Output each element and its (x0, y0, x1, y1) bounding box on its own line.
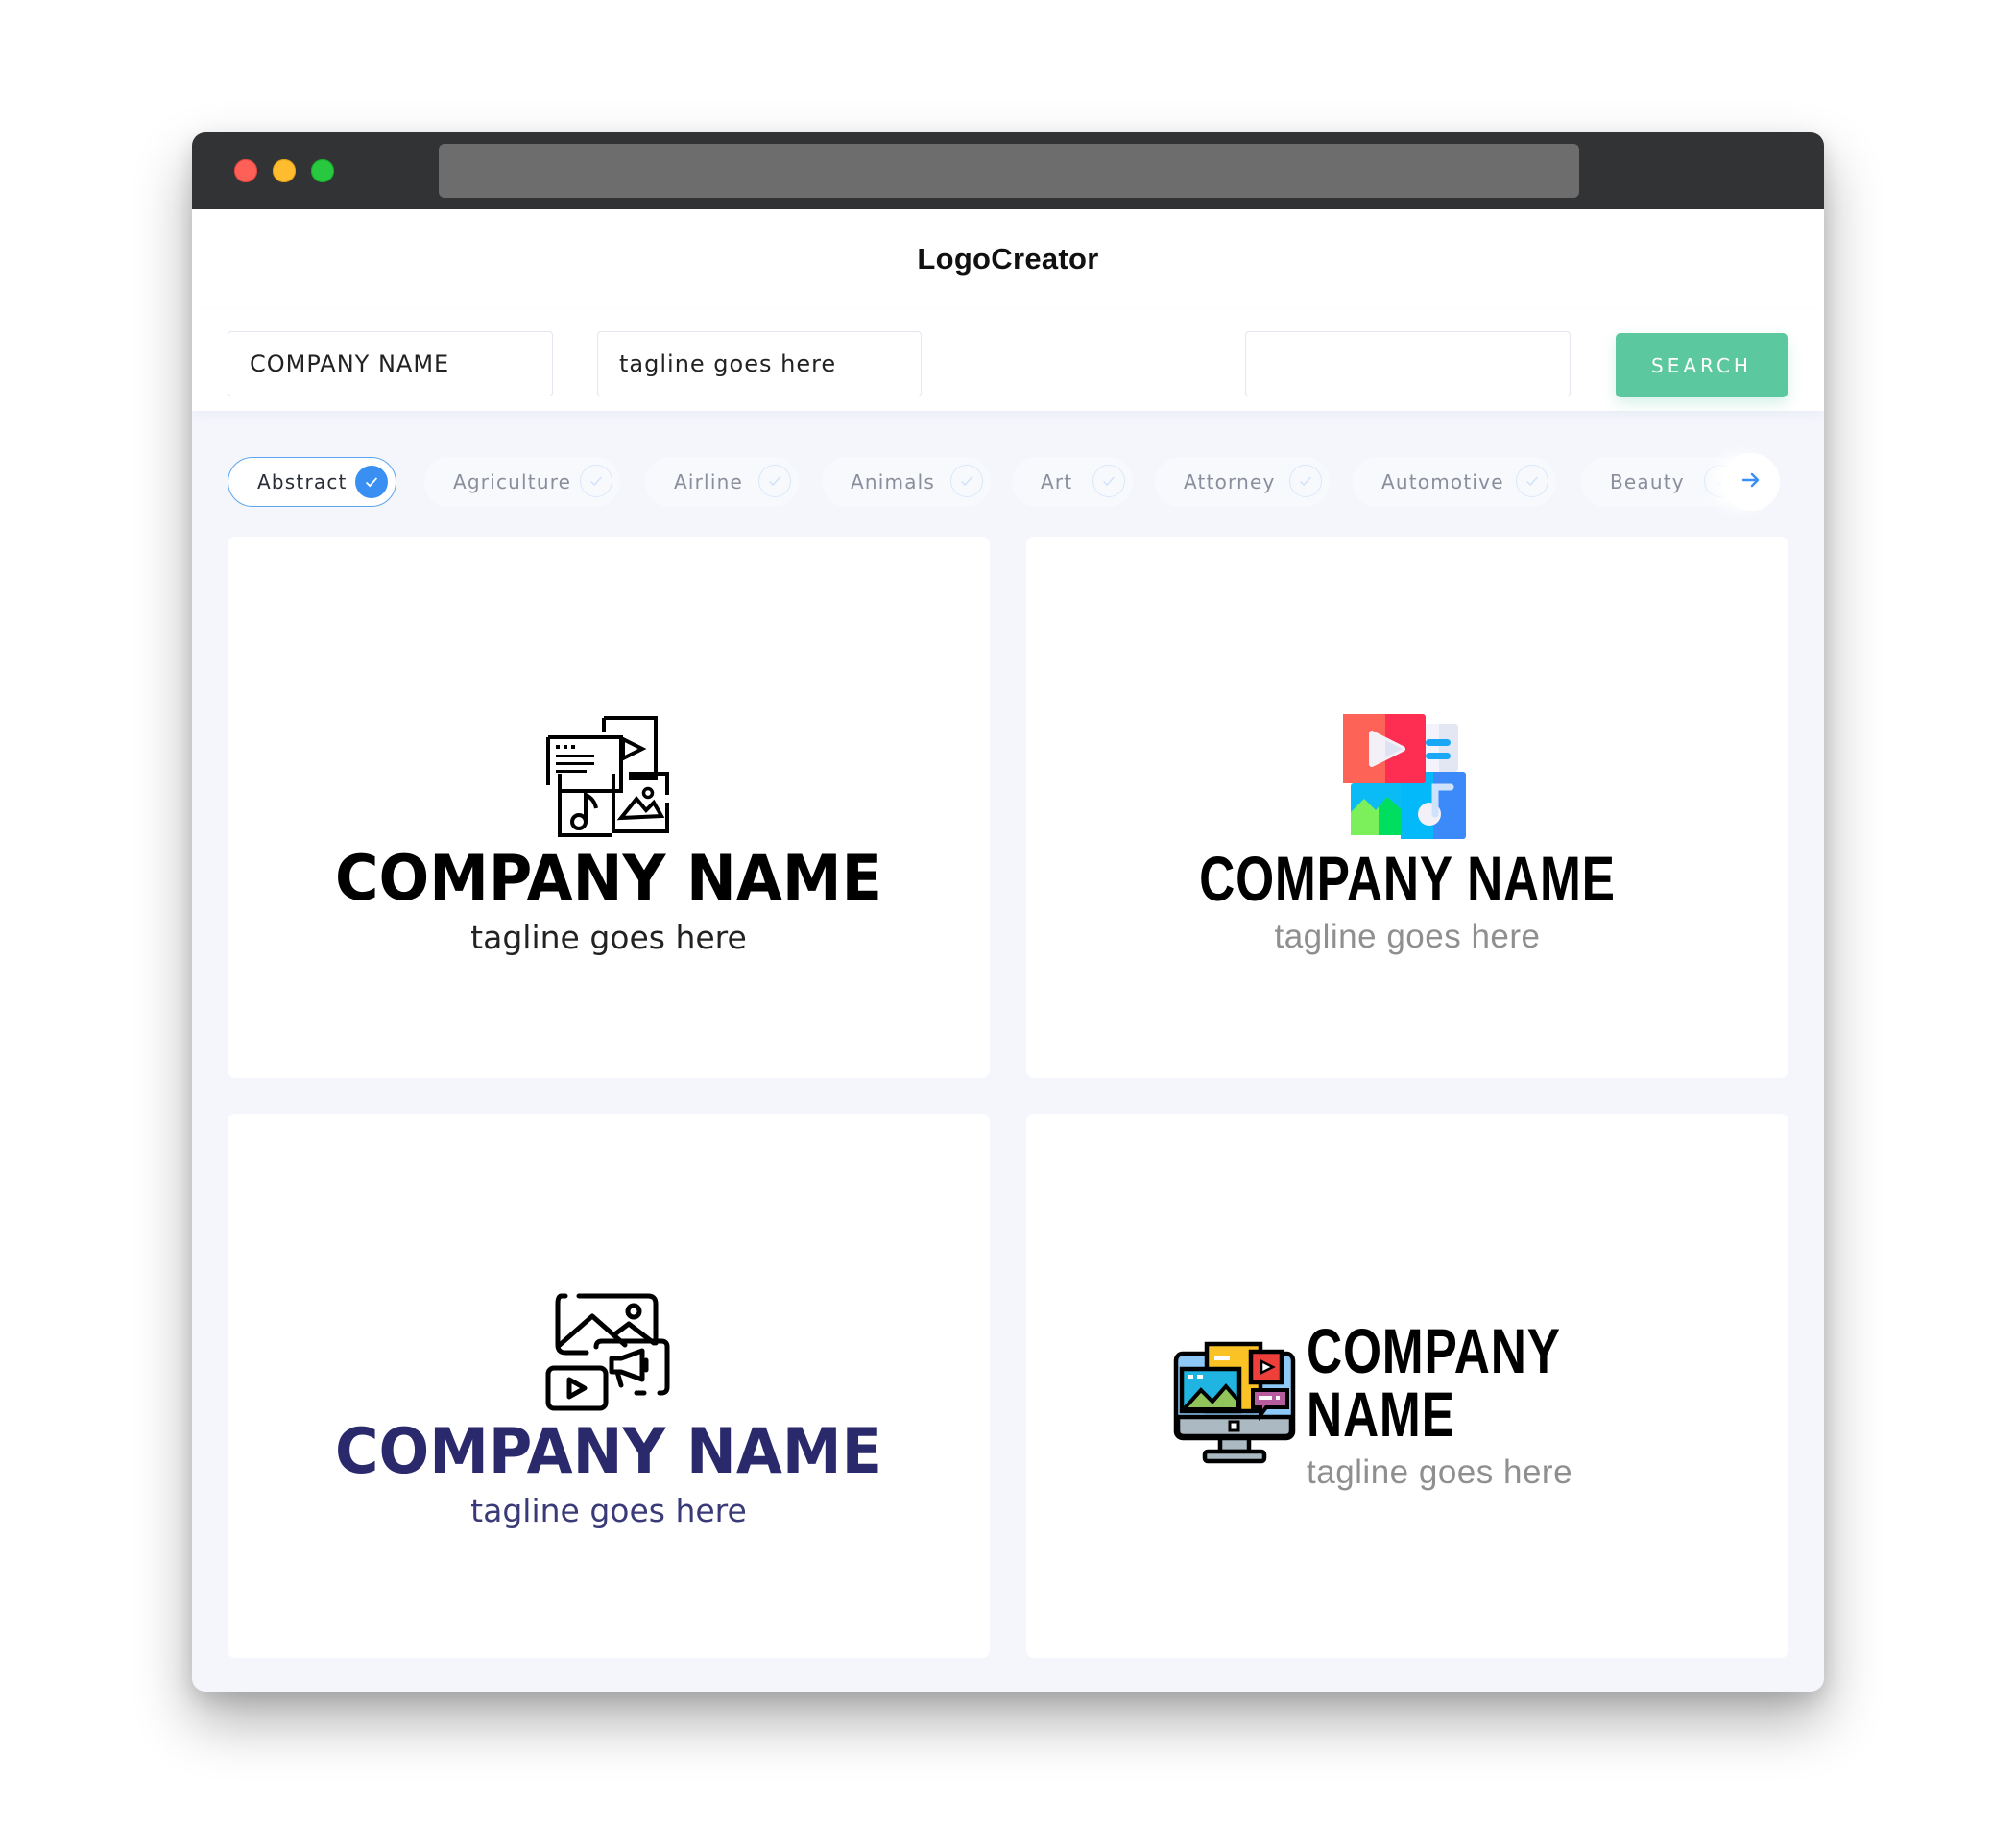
logo-company-name: COMPANY NAME (1199, 843, 1616, 914)
tagline-input[interactable] (597, 331, 922, 396)
category-chip-attorney[interactable]: Attorney (1155, 457, 1330, 507)
arrow-right-icon (1740, 469, 1762, 494)
check-icon (950, 465, 983, 497)
category-label: Automotive (1381, 470, 1504, 493)
category-chip-beauty[interactable]: Beauty (1581, 457, 1744, 507)
logo-company-name: COMPANY NAME (335, 841, 882, 915)
logo-company-name: COMPANY NAME (335, 1414, 882, 1488)
logo-card[interactable]: COMPANY NAME tagline goes here (1026, 537, 1788, 1078)
check-icon (580, 465, 612, 497)
close-window-button[interactable] (234, 159, 257, 182)
logo-tagline: tagline goes here (470, 919, 747, 956)
logo-company-name: COMPANY NAME (1307, 1315, 1560, 1450)
media-files-flat-color-icon (1343, 714, 1472, 845)
scroll-categories-next-button[interactable] (1722, 453, 1780, 511)
logo-card[interactable]: COMPANY NAME tagline goes here (228, 537, 990, 1078)
app-title: LogoCreator (917, 242, 1099, 276)
logo-tagline: tagline goes here (1307, 1453, 1573, 1491)
search-bar: SEARCH (192, 309, 1824, 411)
logo-card[interactable]: COMPANY NAME tagline goes here (228, 1114, 990, 1658)
category-chip-abstract[interactable]: Abstract (228, 457, 396, 507)
monitor-media-color-icon (1172, 1340, 1297, 1469)
logo-text-group: COMPANY NAME tagline goes here (1307, 1319, 1788, 1489)
browser-window: LogoCreator SEARCH Abstract Agriculture … (192, 132, 1824, 1692)
address-bar[interactable] (439, 144, 1579, 198)
logo-tagline: tagline goes here (470, 1492, 747, 1529)
company-name-input[interactable] (228, 331, 553, 396)
check-icon (1516, 465, 1548, 497)
category-label: Art (1041, 470, 1073, 493)
logo-card[interactable]: COMPANY NAME tagline goes here (1026, 1114, 1788, 1658)
category-chip-agriculture[interactable]: Agriculture (424, 457, 620, 507)
check-icon (355, 466, 388, 498)
category-chip-art[interactable]: Art (1012, 457, 1133, 507)
category-chip-animals[interactable]: Animals (822, 457, 991, 507)
media-files-outline-icon (544, 714, 673, 843)
category-filter-bar: Abstract Agriculture Airline Animals Art… (228, 451, 1788, 513)
search-button[interactable]: SEARCH (1616, 333, 1788, 397)
category-label: Agriculture (453, 470, 572, 493)
maximize-window-button[interactable] (311, 159, 334, 182)
category-label: Abstract (257, 470, 348, 493)
category-label: Airline (674, 470, 743, 493)
app-header: LogoCreator (192, 209, 1824, 309)
category-chip-automotive[interactable]: Automotive (1353, 457, 1556, 507)
category-chip-airline[interactable]: Airline (645, 457, 799, 507)
title-bar (192, 132, 1824, 209)
media-marketing-outline-icon (544, 1291, 673, 1416)
check-icon (758, 465, 791, 497)
logo-tagline: tagline goes here (1274, 918, 1541, 955)
check-icon (1289, 465, 1322, 497)
check-icon (1092, 465, 1125, 497)
category-label: Attorney (1184, 470, 1276, 493)
keyword-input[interactable] (1245, 331, 1571, 396)
minimize-window-button[interactable] (273, 159, 296, 182)
category-label: Animals (851, 470, 936, 493)
category-label: Beauty (1610, 470, 1685, 493)
